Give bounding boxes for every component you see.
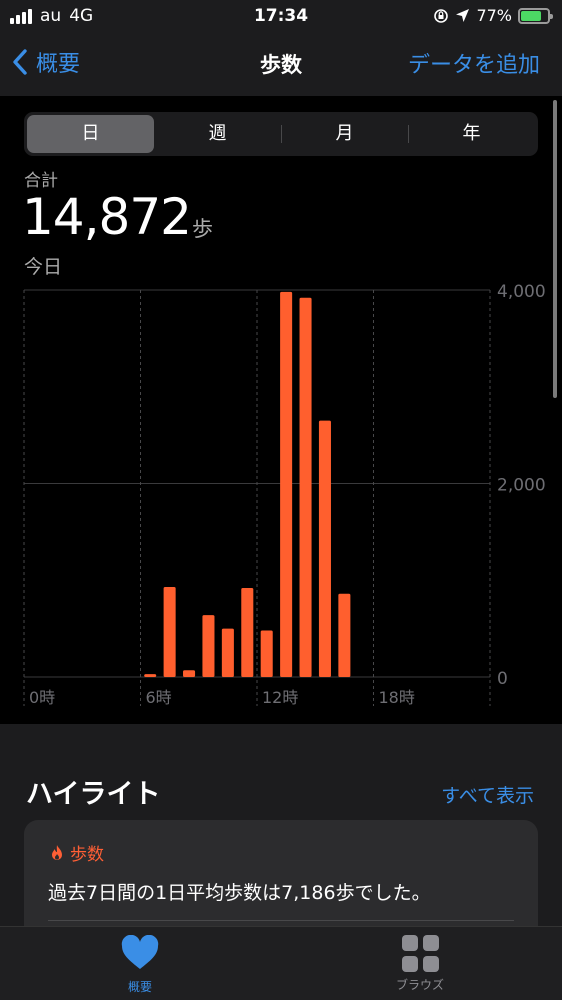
bar-hour-10	[221, 628, 234, 677]
bar-hour-14	[299, 297, 312, 677]
y-tick-label: 4,000	[497, 282, 546, 302]
period-label: 今日	[24, 256, 63, 278]
x-tick-label: 18時	[379, 688, 415, 707]
status-bar: au 4G 17:34 77%	[0, 0, 562, 32]
x-tick-label: 12時	[262, 688, 298, 707]
location-icon	[456, 9, 470, 22]
highlight-category: 歩数	[70, 845, 104, 865]
navigation-bar: 概要 歩数 データを追加	[0, 32, 562, 96]
divider	[48, 920, 514, 921]
steps-chart-svg: 4,000 2,000 0 0時 6時 12時 18時	[23, 282, 546, 707]
bar-hour-7	[163, 587, 176, 677]
steps-chart[interactable]: 4,000 2,000 0 0時 6時 12時 18時	[0, 280, 562, 710]
y-tick-label: 2,000	[497, 476, 546, 496]
segment-separator	[408, 125, 409, 143]
highlights-title: ハイライト	[26, 779, 161, 810]
status-right: 77%	[433, 6, 553, 25]
battery-percent: 77%	[476, 6, 512, 25]
bar-hour-9	[202, 615, 215, 677]
segment-month[interactable]: 月	[281, 115, 408, 153]
bar-hour-11	[241, 587, 254, 677]
total-unit: 歩	[192, 217, 213, 241]
bar-hour-16	[338, 593, 351, 677]
orientation-lock-icon	[434, 8, 449, 23]
battery-icon	[518, 7, 553, 24]
see-all-link[interactable]: すべて表示	[441, 781, 534, 808]
x-tick-label: 0時	[29, 688, 55, 707]
tab-bar: 概要 ブラウズ	[0, 926, 562, 1000]
bar-hour-8	[183, 670, 196, 677]
x-tick-label: 6時	[146, 688, 172, 707]
grid-icon	[401, 935, 439, 972]
bar-hour-6	[144, 674, 157, 677]
tab-summary[interactable]: 概要	[90, 934, 190, 995]
total-value: 14,872	[22, 188, 192, 246]
bar-hour-12	[260, 630, 273, 677]
tab-browse[interactable]: ブラウズ	[370, 935, 470, 993]
segment-month-label: 月	[335, 123, 354, 144]
segment-year[interactable]: 年	[408, 115, 535, 153]
bar-hour-15	[318, 420, 331, 677]
scrollbar[interactable]	[553, 100, 557, 398]
y-tick-label: 0	[497, 669, 508, 689]
tab-summary-label: 概要	[127, 980, 152, 994]
highlight-text: 過去7日間の1日平均歩数は7,186歩でした。	[48, 882, 431, 904]
segment-separator	[281, 125, 282, 143]
heart-icon	[121, 934, 159, 969]
battery-fill	[521, 10, 542, 21]
tab-browse-label: ブラウズ	[395, 978, 444, 992]
period-segmented-control: 日 週 月 年	[24, 112, 538, 156]
flame-icon	[52, 844, 62, 860]
segment-week[interactable]: 週	[154, 115, 281, 153]
highlight-card-header: 歩数	[50, 840, 104, 865]
segment-year-label: 年	[462, 123, 481, 144]
segment-day[interactable]: 日	[27, 115, 154, 153]
add-data-button[interactable]: データを追加	[408, 47, 540, 79]
bar-hour-13	[280, 291, 293, 677]
